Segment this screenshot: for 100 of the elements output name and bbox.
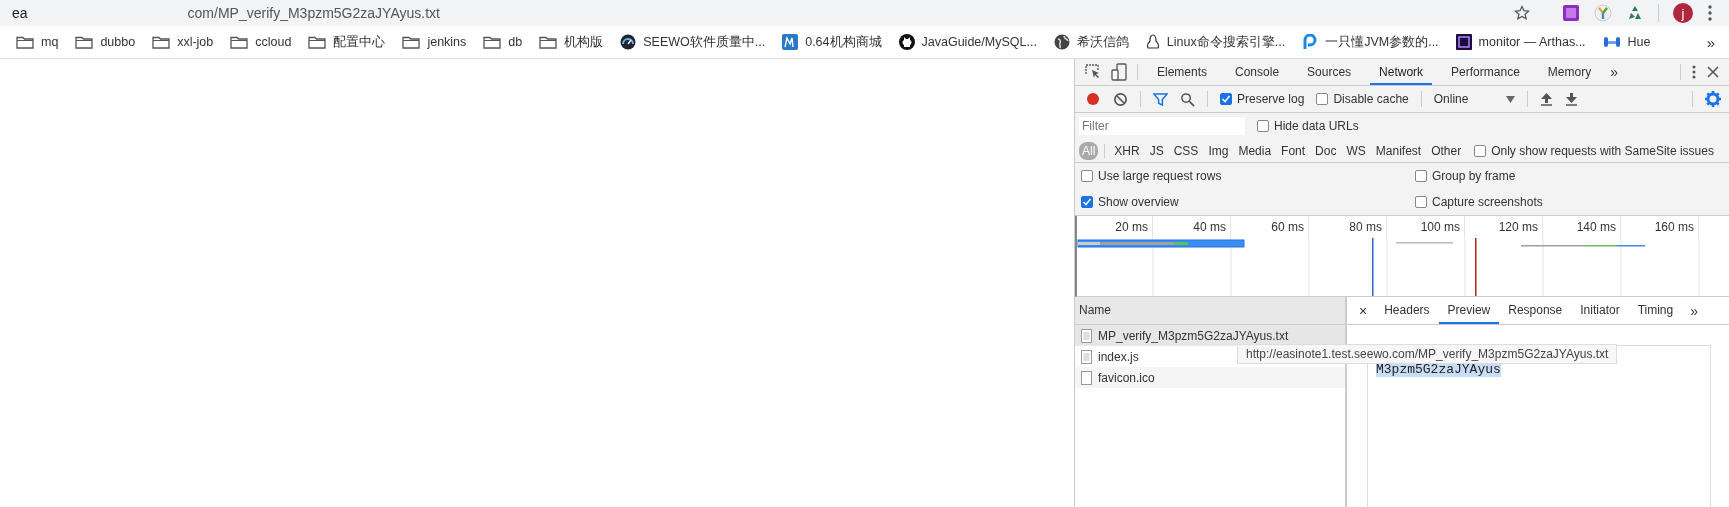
detail-tab[interactable]: Response: [1499, 297, 1572, 324]
bookmark[interactable]: SEEWO软件质量中...: [620, 33, 766, 51]
detail-tab[interactable]: Initiator: [1571, 297, 1629, 324]
checkmark-icon: [1082, 197, 1092, 207]
bookmark[interactable]: Linux命令搜索引擎...: [1145, 33, 1286, 51]
time-tick-label: 140 ms: [1576, 220, 1616, 234]
type-filter-button[interactable]: Manifest: [1372, 141, 1425, 160]
bookmark[interactable]: db: [483, 35, 523, 49]
checkbox-option[interactable]: Preserve log: [1220, 92, 1305, 106]
file-icon: [1081, 370, 1092, 385]
folder-icon: [308, 35, 327, 49]
bookmark[interactable]: 配置中心: [308, 33, 386, 51]
profile-avatar[interactable]: j: [1673, 3, 1693, 23]
panel-tab[interactable]: Memory: [1538, 59, 1601, 85]
bookmark[interactable]: dubbo: [75, 35, 136, 49]
bookmark[interactable]: JavaGuide/MySQL...: [898, 34, 1037, 50]
more-bookmarks-button[interactable]: »: [1706, 33, 1715, 51]
checkmark-icon: [1221, 94, 1231, 104]
folder-icon: [483, 35, 502, 49]
device-icon[interactable]: [1111, 63, 1127, 81]
request-row[interactable]: MP_verify_M3pzm5G2zaJYAyus.txt: [1075, 325, 1345, 346]
type-filter-button[interactable]: Media: [1235, 141, 1275, 160]
folder-icon: [230, 35, 249, 49]
bookmark[interactable]: xxl-job: [152, 35, 214, 49]
type-filter-button[interactable]: Other: [1428, 141, 1465, 160]
bookmark[interactable]: ccloud: [230, 35, 292, 49]
bookmark[interactable]: jenkins: [402, 35, 467, 49]
panel-tab[interactable]: Performance: [1442, 59, 1529, 85]
document-icon: [1081, 328, 1092, 343]
panel-tab[interactable]: Console: [1226, 59, 1289, 85]
request-row[interactable]: favicon.ico: [1075, 367, 1345, 388]
logo-icon: [1302, 34, 1319, 50]
type-filter-button[interactable]: JS: [1146, 141, 1167, 160]
checkbox-option[interactable]: Show overview: [1081, 195, 1415, 209]
type-filter-button[interactable]: XHR: [1111, 141, 1143, 160]
clear-icon[interactable]: [1113, 91, 1128, 107]
bookmark[interactable]: 0.64机构商城: [782, 33, 882, 51]
bookmark[interactable]: mq: [16, 35, 59, 49]
logo-icon: [1602, 34, 1621, 50]
logo-icon: [1455, 34, 1472, 50]
column-header[interactable]: Name: [1075, 297, 1345, 325]
time-tick-label: 60 ms: [1271, 220, 1304, 234]
record-icon[interactable]: [1085, 91, 1101, 107]
checkbox-option[interactable]: Use large request rows: [1081, 169, 1415, 183]
document-icon: [1081, 349, 1092, 364]
download-icon[interactable]: [1565, 92, 1579, 106]
type-filter-button[interactable]: Img: [1205, 141, 1232, 160]
detail-tab[interactable]: Preview: [1438, 297, 1500, 324]
checkbox-option[interactable]: Capture screenshots: [1415, 195, 1723, 209]
panel-tab[interactable]: Sources: [1298, 59, 1361, 85]
more-tabs-button[interactable]: »: [1610, 64, 1618, 80]
close-icon[interactable]: [1707, 66, 1719, 78]
address-bar[interactable]: ea com/MP_verify_M3pzm5G2zaJYAyus.txt: [0, 1, 1548, 25]
globe-icon: [1053, 34, 1070, 50]
more-tabs-button[interactable]: »: [1682, 302, 1706, 319]
search-icon[interactable]: [1180, 91, 1195, 107]
time-tick-label: 20 ms: [1115, 220, 1148, 234]
checkbox-option[interactable]: Disable cache: [1316, 92, 1409, 106]
bookmark[interactable]: Hue: [1602, 34, 1651, 50]
time-tick-label: 160 ms: [1654, 220, 1694, 234]
bookmark[interactable]: 机构版: [539, 33, 604, 51]
folder-icon: [539, 35, 558, 49]
caret-icon: [1506, 95, 1516, 103]
checkbox-option[interactable]: Group by frame: [1415, 169, 1723, 183]
star-icon[interactable]: [1514, 5, 1530, 21]
throttling-dropdown[interactable]: Online: [1433, 92, 1516, 106]
filter-field[interactable]: Filter: [1079, 117, 1245, 135]
upload-icon[interactable]: [1540, 92, 1554, 106]
bookmark[interactable]: 希沃信鸽: [1053, 33, 1129, 51]
gauge-icon: [620, 34, 637, 50]
time-tick-label: 40 ms: [1193, 220, 1226, 234]
url-text: ea: [12, 5, 28, 21]
extension-icon[interactable]: [1562, 4, 1580, 22]
checkbox-option[interactable]: Hide data URLs: [1257, 119, 1359, 133]
type-filter-button[interactable]: CSS: [1170, 141, 1202, 160]
inspect-icon[interactable]: [1085, 64, 1101, 80]
time-tick-label: 120 ms: [1498, 220, 1538, 234]
url-tooltip: http://easinote1.test.seewo.com/MP_verify_M3pzm5G2zaJYAyus.txt: [1237, 344, 1618, 364]
folder-icon: [75, 35, 94, 49]
folder-icon: [16, 35, 34, 49]
filter-icon[interactable]: [1153, 91, 1168, 107]
cat-logo-icon: [898, 34, 915, 50]
folder-icon: [402, 35, 421, 49]
kebab-menu-icon[interactable]: [1691, 64, 1697, 80]
detail-tab[interactable]: Timing: [1628, 297, 1683, 324]
folder-icon: [152, 35, 171, 49]
bookmark[interactable]: 一只懂JVM参数的...: [1302, 33, 1439, 51]
bookmark[interactable]: monitor — Arthas...: [1455, 34, 1586, 50]
url-text: com/MP_verify_M3pzm5G2zaJYAyus.txt: [187, 5, 440, 21]
menu-icon[interactable]: [1707, 4, 1713, 22]
extension-icon[interactable]: [1594, 4, 1612, 22]
settings-icon[interactable]: [1705, 91, 1721, 107]
panel-tab[interactable]: Elements: [1148, 59, 1217, 85]
type-filter-button[interactable]: WS: [1343, 141, 1369, 160]
checkbox-option[interactable]: Only show requests with SameSite issues: [1474, 143, 1714, 158]
logo-icon: [782, 34, 799, 50]
detail-tab[interactable]: Headers: [1375, 297, 1439, 324]
type-filter-button[interactable]: Font: [1278, 141, 1309, 160]
type-filter-button[interactable]: Doc: [1312, 141, 1340, 160]
close-button[interactable]: ×: [1351, 302, 1376, 319]
